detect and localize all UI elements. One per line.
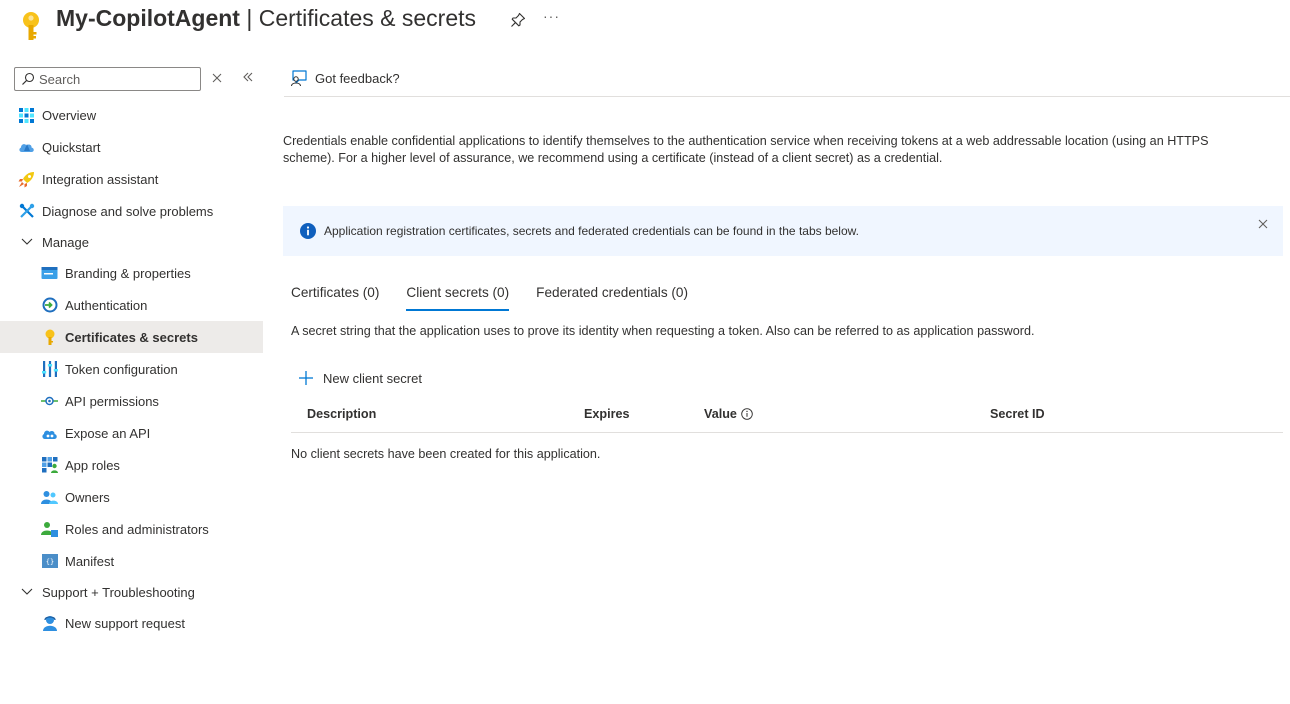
sidebar-item-certificates-secrets[interactable]: Certificates & secrets	[0, 321, 263, 353]
sidebar-nav: Overview Quickstart Integration assistan…	[0, 99, 263, 639]
feedback-button[interactable]: Got feedback?	[290, 69, 400, 87]
secrets-table-header: Description Expires Value Secret ID	[291, 398, 1283, 433]
sidebar-group-manage[interactable]: Manage	[0, 227, 263, 257]
close-icon	[1258, 219, 1268, 229]
column-header-description: Description	[307, 407, 377, 421]
tab-description: A secret string that the application use…	[291, 324, 1035, 338]
wrench-icon	[18, 203, 35, 220]
sidebar-item-diagnose[interactable]: Diagnose and solve problems	[0, 195, 263, 227]
sidebar-item-label: API permissions	[65, 393, 159, 409]
column-header-expires: Expires	[584, 407, 630, 421]
admin-icon	[41, 521, 58, 538]
search-input[interactable]	[39, 70, 197, 88]
tab-client-secrets[interactable]: Client secrets (0)	[406, 285, 509, 311]
title-separator: |	[239, 5, 259, 31]
pin-icon[interactable]	[510, 12, 526, 28]
sidebar-item-quickstart[interactable]: Quickstart	[0, 131, 263, 163]
sidebar-item-api-permissions[interactable]: API permissions	[0, 385, 263, 417]
more-options-button[interactable]: ···	[543, 8, 560, 24]
sidebar-item-app-roles[interactable]: App roles	[0, 449, 263, 481]
info-circle-icon[interactable]	[741, 408, 753, 420]
sidebar-group-support[interactable]: Support + Troubleshooting	[0, 577, 263, 607]
empty-state-text: No client secrets have been created for …	[291, 447, 601, 461]
feedback-icon	[291, 70, 307, 87]
chevron-down-icon	[18, 584, 35, 601]
sidebar-item-label: Expose an API	[65, 425, 151, 441]
collapse-sidebar-button[interactable]	[240, 68, 256, 86]
manifest-icon: {}	[41, 553, 58, 570]
rocket-icon	[18, 171, 35, 188]
sidebar-item-token-configuration[interactable]: Token configuration	[0, 353, 263, 385]
sidebar-item-label: Branding & properties	[65, 265, 191, 281]
sidebar-item-label: Quickstart	[42, 139, 101, 155]
support-icon	[41, 615, 58, 632]
search-icon	[22, 72, 35, 85]
double-chevron-left-icon	[243, 72, 253, 82]
page-title: My-CopilotAgent | Certificates & secrets	[56, 5, 476, 32]
new-client-secret-button[interactable]: New client secret	[298, 370, 422, 386]
key-icon	[41, 329, 58, 346]
sidebar-item-roles-administrators[interactable]: Roles and administrators	[0, 513, 263, 545]
sidebar-item-label: Manage	[42, 234, 89, 250]
search-box[interactable]	[14, 67, 201, 91]
sidebar-item-label: Support + Troubleshooting	[42, 584, 195, 600]
info-icon	[300, 223, 316, 239]
cloud-api-icon	[41, 425, 58, 442]
info-text: Application registration certificates, s…	[324, 224, 859, 238]
sidebar-item-label: Token configuration	[65, 361, 178, 377]
column-header-value: Value	[704, 407, 753, 421]
close-icon	[212, 73, 222, 83]
app-roles-icon	[41, 457, 58, 474]
sidebar-item-new-support-request[interactable]: New support request	[0, 607, 263, 639]
sidebar-item-overview[interactable]: Overview	[0, 99, 263, 131]
sidebar-item-label: Certificates & secrets	[65, 329, 198, 345]
plus-icon	[299, 371, 313, 385]
auth-icon	[41, 297, 58, 314]
chevron-down-icon	[18, 234, 35, 251]
page-description: Credentials enable confidential applicat…	[283, 134, 1209, 165]
sidebar-item-manifest[interactable]: {} Manifest	[0, 545, 263, 577]
bars-icon	[41, 361, 58, 378]
sidebar-item-label: Integration assistant	[42, 171, 159, 187]
cloud-icon	[18, 139, 35, 156]
key-icon	[23, 12, 39, 40]
sidebar-item-branding[interactable]: Branding & properties	[0, 257, 263, 289]
sidebar-item-label: Diagnose and solve problems	[42, 203, 214, 219]
grid-icon	[18, 107, 35, 124]
svg-text:{}: {}	[45, 558, 53, 566]
permission-icon	[41, 393, 58, 410]
info-banner: Application registration certificates, s…	[283, 206, 1283, 256]
command-bar: Got feedback?	[284, 64, 1290, 97]
sidebar-item-label: App roles	[65, 457, 120, 473]
dismiss-banner-button[interactable]	[1258, 216, 1272, 230]
new-client-secret-label: New client secret	[323, 370, 422, 386]
tab-certificates[interactable]: Certificates (0)	[291, 285, 379, 311]
sidebar-item-label: Authentication	[65, 297, 148, 313]
app-name: My-CopilotAgent	[56, 5, 240, 31]
page-name: Certificates & secrets	[258, 5, 477, 31]
sidebar-item-label: Manifest	[65, 553, 115, 569]
sidebar-item-label: Overview	[42, 107, 97, 123]
credential-tabs: Certificates (0) Client secrets (0) Fede…	[291, 285, 715, 313]
sidebar-item-expose-api[interactable]: Expose an API	[0, 417, 263, 449]
sidebar-item-label: New support request	[65, 615, 185, 631]
users-icon	[41, 489, 58, 506]
sidebar-item-integration-assistant[interactable]: Integration assistant	[0, 163, 263, 195]
clear-search-button[interactable]	[210, 70, 224, 86]
feedback-label: Got feedback?	[315, 70, 400, 86]
sidebar-item-label: Owners	[65, 489, 110, 505]
page-header: My-CopilotAgent | Certificates & secrets…	[0, 0, 1290, 46]
card-icon	[41, 265, 58, 282]
sidebar-item-authentication[interactable]: Authentication	[0, 289, 263, 321]
sidebar-item-label: Roles and administrators	[65, 521, 209, 537]
tab-federated-credentials[interactable]: Federated credentials (0)	[536, 285, 688, 311]
sidebar-item-owners[interactable]: Owners	[0, 481, 263, 513]
column-header-secret-id: Secret ID	[990, 407, 1045, 421]
